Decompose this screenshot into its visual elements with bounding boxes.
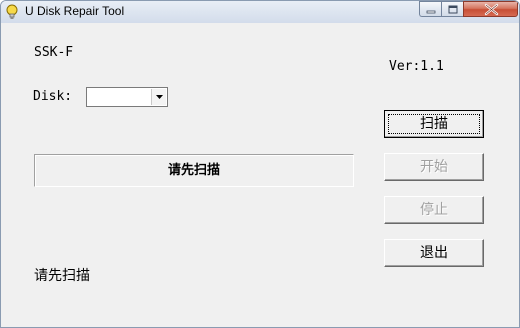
scan-button-label: 扫描 <box>420 116 448 132</box>
disk-select-dropdown-button[interactable] <box>151 89 166 105</box>
chevron-down-icon <box>156 95 163 99</box>
device-name: SSK-F <box>34 45 74 60</box>
scan-button[interactable]: 扫描 <box>384 110 484 138</box>
status-panel: 请先扫描 <box>34 154 354 187</box>
exit-button-label: 退出 <box>420 245 448 261</box>
window-controls <box>419 1 518 17</box>
window-title: U Disk Repair Tool <box>25 4 125 18</box>
disk-select[interactable] <box>86 87 168 107</box>
close-button[interactable] <box>463 1 518 17</box>
close-icon <box>484 3 499 16</box>
title-bar[interactable]: U Disk Repair Tool <box>1 1 519 23</box>
app-window: U Disk Repair Tool SSK-F Ver:1.1 Disk: 请… <box>0 0 520 328</box>
exit-button[interactable]: 退出 <box>384 239 484 267</box>
start-button-label: 开始 <box>420 159 448 175</box>
maximize-icon <box>448 5 458 14</box>
version-label: Ver:1.1 <box>389 59 444 74</box>
minimize-icon <box>426 10 436 14</box>
stop-button-label: 停止 <box>420 202 448 218</box>
bottom-status-text: 请先扫描 <box>34 268 90 284</box>
lightbulb-icon <box>6 4 18 19</box>
minimize-button[interactable] <box>419 1 441 17</box>
disk-label: Disk: <box>33 89 73 104</box>
stop-button[interactable]: 停止 <box>384 196 484 224</box>
status-panel-text: 请先扫描 <box>167 163 220 178</box>
maximize-button[interactable] <box>441 1 463 17</box>
start-button[interactable]: 开始 <box>384 153 484 181</box>
